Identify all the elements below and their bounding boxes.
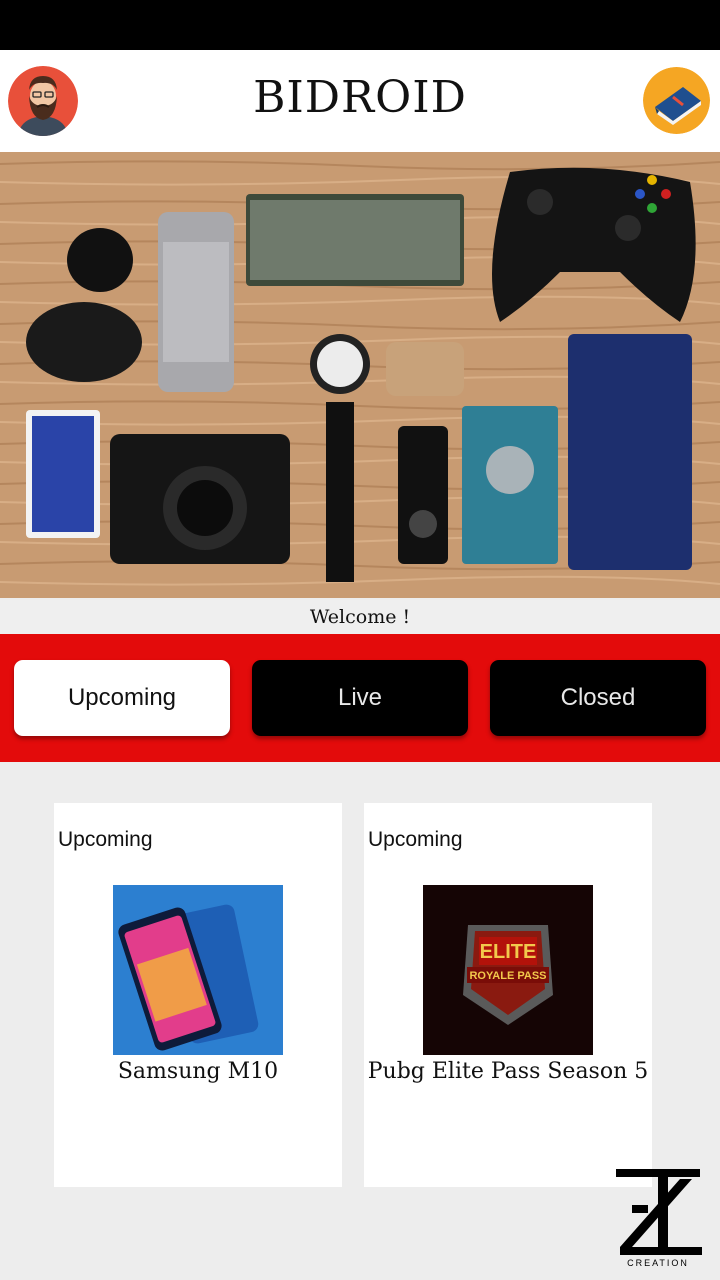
hero-banner-image [0, 152, 720, 598]
auction-status-label: Upcoming [58, 828, 153, 851]
product-name: Pubg Elite Pass Season 5 [367, 1059, 649, 1084]
svg-text:ELITE: ELITE [480, 941, 537, 963]
auction-tab-bar: Upcoming Live Closed [0, 634, 720, 762]
welcome-text: Welcome ! [0, 600, 720, 634]
status-bar [0, 0, 720, 50]
watermark-text: CREATION [627, 1258, 689, 1268]
product-image-pubg: ELITE ROYALE PASS [423, 885, 593, 1055]
tab-closed[interactable]: Closed [490, 660, 706, 736]
tab-live[interactable]: Live [252, 660, 468, 736]
auction-card-pubg[interactable]: Upcoming ELITE ROYALE PASS Pubg Elite Pa… [364, 803, 652, 1187]
creation-watermark-logo: CREATION [612, 1165, 708, 1270]
app-bar: BIDROID [0, 50, 720, 152]
product-name: Samsung M10 [117, 1059, 279, 1084]
app-title: BIDROID [253, 72, 467, 123]
tab-upcoming[interactable]: Upcoming [14, 660, 230, 736]
svg-text:ROYALE PASS: ROYALE PASS [469, 970, 546, 982]
auction-card-samsung[interactable]: Upcoming Samsung M10 [54, 803, 342, 1187]
book-button[interactable] [643, 67, 710, 134]
product-image-samsung [113, 885, 283, 1055]
auction-status-label: Upcoming [368, 828, 463, 851]
book-icon [643, 67, 710, 134]
